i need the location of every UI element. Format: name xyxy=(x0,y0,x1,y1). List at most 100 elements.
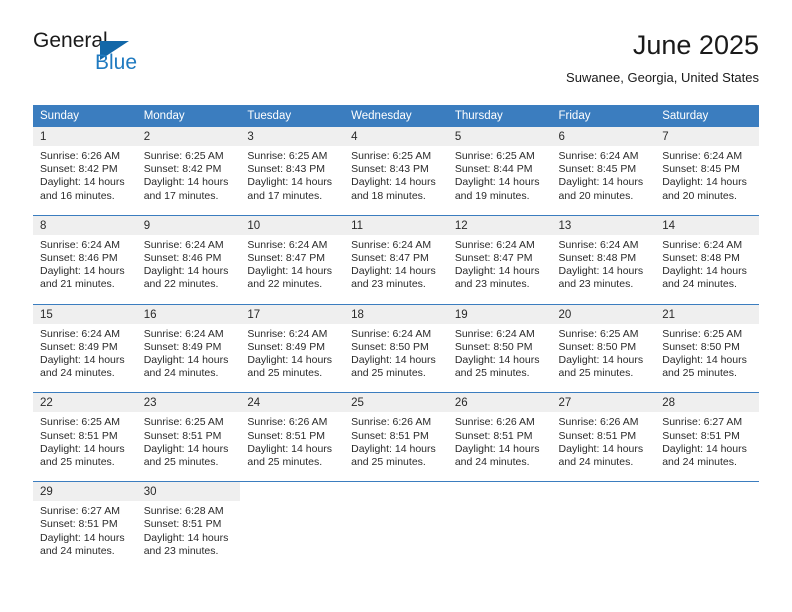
day-details: Sunrise: 6:25 AM Sunset: 8:43 PM Daylight:… xyxy=(344,146,448,215)
day-number: 25 xyxy=(344,393,448,413)
day-number: 13 xyxy=(551,215,656,235)
general-blue-logo[interactable]: General Blue xyxy=(33,28,163,80)
calendar-day-cell[interactable]: 26 Sunrise: 6:26 AM Sunset: 8:51 PM Dayligh… xyxy=(447,392,552,482)
day-number: 3 xyxy=(240,127,345,146)
day-number: 21 xyxy=(655,304,759,324)
daylight-text: Daylight: 14 hours and 23 minutes. xyxy=(558,265,644,291)
day-details: Sunrise: 6:25 AM Sunset: 8:42 PM Daylight:… xyxy=(137,146,241,215)
daylight-text: Daylight: 14 hours and 24 minutes. xyxy=(558,442,644,469)
sunset-text: Sunset: 8:51 PM xyxy=(558,429,637,442)
calendar-day-cell[interactable]: 29 Sunrise: 6:27 AM Sunset: 8:51 PM Dayligh… xyxy=(33,481,137,571)
sunrise-text: Sunrise: 6:24 AM xyxy=(143,238,224,251)
weekday-header-saturday: Saturday xyxy=(655,105,759,127)
calendar-day-cell[interactable]: 4 Sunrise: 6:25 AM Sunset: 8:43 PM Daylight… xyxy=(344,127,448,216)
daylight-text: Daylight: 14 hours and 25 minutes. xyxy=(662,354,747,380)
calendar-day-cell[interactable]: 18 Sunrise: 6:24 AM Sunset: 8:50 PM Dayligh… xyxy=(344,303,448,393)
sunset-text: Sunset: 8:43 PM xyxy=(351,163,429,176)
weekday-header-monday: Monday xyxy=(136,105,241,127)
title-block: June 2025 Suwanee, Georgia, United State… xyxy=(566,28,759,88)
sunset-text: Sunset: 8:42 PM xyxy=(143,163,222,176)
calendar-week-row: 8 Sunrise: 6:24 AM Sunset: 8:46 PM Daylight… xyxy=(33,214,759,305)
day-details: Sunrise: 6:24 AM Sunset: 8:46 PM Daylight:… xyxy=(137,235,241,304)
sunrise-text: Sunrise: 6:24 AM xyxy=(351,238,432,251)
daylight-text: Daylight: 14 hours and 24 minutes. xyxy=(662,442,747,469)
sunset-text: Sunset: 8:51 PM xyxy=(40,518,118,531)
day-number: 20 xyxy=(551,304,656,324)
calendar-day-cell[interactable]: 20 Sunrise: 6:25 AM Sunset: 8:50 PM Dayligh… xyxy=(551,303,656,393)
daylight-text: Daylight: 14 hours and 16 minutes. xyxy=(40,176,125,202)
calendar-day-cell[interactable]: 16 Sunrise: 6:24 AM Sunset: 8:49 PM Dayligh… xyxy=(136,303,241,393)
calendar-page: General Blue June 2025 Suwanee, Georgia,… xyxy=(0,0,792,612)
sunset-text: Sunset: 8:51 PM xyxy=(351,429,429,442)
calendar-day-cell[interactable]: 5 Sunrise: 6:25 AM Sunset: 8:44 PM Daylight… xyxy=(447,127,552,216)
calendar-week-row: 29 Sunrise: 6:27 AM Sunset: 8:51 PM Dayligh… xyxy=(33,481,759,571)
calendar-empty-cell xyxy=(551,481,656,571)
day-number: 29 xyxy=(33,482,137,502)
day-number: 11 xyxy=(344,215,448,235)
day-details: Sunrise: 6:24 AM Sunset: 8:45 PM Daylight:… xyxy=(655,146,759,215)
calendar-day-cell[interactable]: 28 Sunrise: 6:27 AM Sunset: 8:51 PM Dayligh… xyxy=(655,392,759,482)
calendar-day-cell[interactable]: 10 Sunrise: 6:24 AM Sunset: 8:47 PM Dayligh… xyxy=(240,214,345,305)
calendar-day-cell[interactable]: 24 Sunrise: 6:26 AM Sunset: 8:51 PM Dayligh… xyxy=(240,392,345,482)
calendar-week-row: 1 Sunrise: 6:26 AM Sunset: 8:42 PM Daylight… xyxy=(33,127,759,216)
day-details xyxy=(655,501,759,567)
day-details: Sunrise: 6:28 AM Sunset: 8:51 PM Daylight:… xyxy=(137,501,241,570)
day-details: Sunrise: 6:27 AM Sunset: 8:51 PM Daylight:… xyxy=(33,501,137,570)
day-details: Sunrise: 6:24 AM Sunset: 8:50 PM Daylight:… xyxy=(448,324,552,393)
sunset-text: Sunset: 8:51 PM xyxy=(247,429,326,442)
sunrise-text: Sunrise: 6:25 AM xyxy=(454,150,535,162)
calendar-day-cell[interactable]: 7 Sunrise: 6:24 AM Sunset: 8:45 PM Daylight… xyxy=(655,127,759,216)
calendar-day-cell[interactable]: 12 Sunrise: 6:24 AM Sunset: 8:47 PM Dayligh… xyxy=(447,214,552,305)
sunset-text: Sunset: 8:44 PM xyxy=(454,163,533,176)
calendar-day-cell[interactable]: 23 Sunrise: 6:25 AM Sunset: 8:51 PM Dayligh… xyxy=(136,392,241,482)
calendar-day-cell[interactable]: 2 Sunrise: 6:25 AM Sunset: 8:42 PM Daylight… xyxy=(136,127,241,216)
day-number: 2 xyxy=(136,127,241,146)
calendar-day-cell[interactable]: 27 Sunrise: 6:26 AM Sunset: 8:51 PM Dayligh… xyxy=(551,392,656,482)
calendar-day-cell[interactable]: 22 Sunrise: 6:25 AM Sunset: 8:51 PM Dayligh… xyxy=(33,392,137,482)
sunrise-text: Sunrise: 6:25 AM xyxy=(247,150,328,162)
daylight-text: Daylight: 14 hours and 25 minutes. xyxy=(247,354,333,380)
calendar-day-cell[interactable]: 13 Sunrise: 6:24 AM Sunset: 8:48 PM Dayligh… xyxy=(551,214,656,305)
calendar-day-cell[interactable]: 11 Sunrise: 6:24 AM Sunset: 8:47 PM Dayligh… xyxy=(344,214,448,305)
sunrise-text: Sunrise: 6:25 AM xyxy=(40,416,120,429)
calendar-day-cell[interactable]: 30 Sunrise: 6:28 AM Sunset: 8:51 PM Dayligh… xyxy=(136,481,241,571)
daylight-text: Daylight: 14 hours and 23 minutes. xyxy=(143,531,229,557)
weekday-header-friday: Friday xyxy=(551,105,656,127)
day-number xyxy=(655,482,759,502)
daylight-text: Daylight: 14 hours and 24 minutes. xyxy=(40,531,125,557)
sunrise-text: Sunrise: 6:25 AM xyxy=(558,327,639,340)
weekday-header-row: Sunday Monday Tuesday Wednesday Thursday… xyxy=(33,105,759,127)
daylight-text: Daylight: 14 hours and 24 minutes. xyxy=(143,354,229,380)
calendar-day-cell[interactable]: 9 Sunrise: 6:24 AM Sunset: 8:46 PM Daylight… xyxy=(136,214,241,305)
calendar-day-cell[interactable]: 14 Sunrise: 6:24 AM Sunset: 8:48 PM Dayligh… xyxy=(655,214,759,305)
calendar-day-cell[interactable]: 3 Sunrise: 6:25 AM Sunset: 8:43 PM Daylight… xyxy=(240,127,345,216)
daylight-text: Daylight: 14 hours and 20 minutes. xyxy=(662,176,747,202)
sunrise-text: Sunrise: 6:25 AM xyxy=(351,150,432,162)
weekday-header-wednesday: Wednesday xyxy=(344,105,448,127)
sunrise-text: Sunrise: 6:27 AM xyxy=(662,416,743,429)
calendar-day-cell[interactable]: 1 Sunrise: 6:26 AM Sunset: 8:42 PM Daylight… xyxy=(33,127,137,216)
calendar-empty-cell xyxy=(240,481,345,571)
day-details: Sunrise: 6:26 AM Sunset: 8:51 PM Daylight:… xyxy=(344,412,448,481)
calendar-day-cell[interactable]: 21 Sunrise: 6:25 AM Sunset: 8:50 PM Dayligh… xyxy=(655,303,759,393)
sunset-text: Sunset: 8:51 PM xyxy=(40,429,118,442)
sunrise-text: Sunrise: 6:26 AM xyxy=(454,416,535,429)
calendar-day-cell[interactable]: 6 Sunrise: 6:24 AM Sunset: 8:45 PM Daylight… xyxy=(551,127,656,216)
day-details: Sunrise: 6:24 AM Sunset: 8:50 PM Daylight:… xyxy=(344,324,448,393)
sunset-text: Sunset: 8:51 PM xyxy=(143,518,222,531)
calendar-day-cell[interactable]: 25 Sunrise: 6:26 AM Sunset: 8:51 PM Dayligh… xyxy=(344,392,448,482)
day-number: 23 xyxy=(136,393,241,413)
calendar-day-cell[interactable]: 15 Sunrise: 6:24 AM Sunset: 8:49 PM Dayligh… xyxy=(33,303,137,393)
sunrise-text: Sunrise: 6:24 AM xyxy=(454,327,535,340)
day-details: Sunrise: 6:24 AM Sunset: 8:47 PM Daylight:… xyxy=(344,235,448,304)
page-title: June 2025 xyxy=(632,30,759,60)
day-details: Sunrise: 6:25 AM Sunset: 8:51 PM Daylight:… xyxy=(137,412,241,481)
sunset-text: Sunset: 8:43 PM xyxy=(247,163,326,176)
daylight-text: Daylight: 14 hours and 17 minutes. xyxy=(247,176,333,202)
day-number: 6 xyxy=(551,127,656,146)
calendar-day-cell[interactable]: 19 Sunrise: 6:24 AM Sunset: 8:50 PM Dayligh… xyxy=(447,303,552,393)
day-number xyxy=(240,482,345,502)
calendar-day-cell[interactable]: 8 Sunrise: 6:24 AM Sunset: 8:46 PM Daylight… xyxy=(33,214,137,305)
calendar-day-cell[interactable]: 17 Sunrise: 6:24 AM Sunset: 8:49 PM Dayligh… xyxy=(240,303,345,393)
day-number: 15 xyxy=(33,304,137,324)
